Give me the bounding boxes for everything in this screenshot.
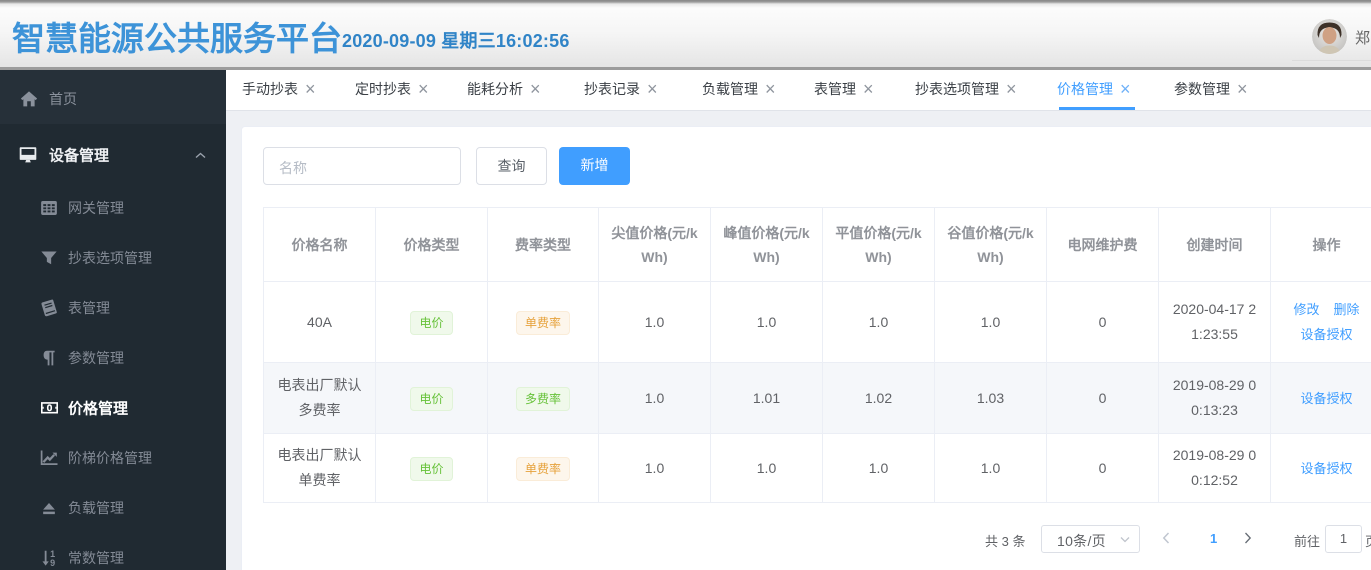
svg-text:9: 9 (50, 558, 55, 567)
